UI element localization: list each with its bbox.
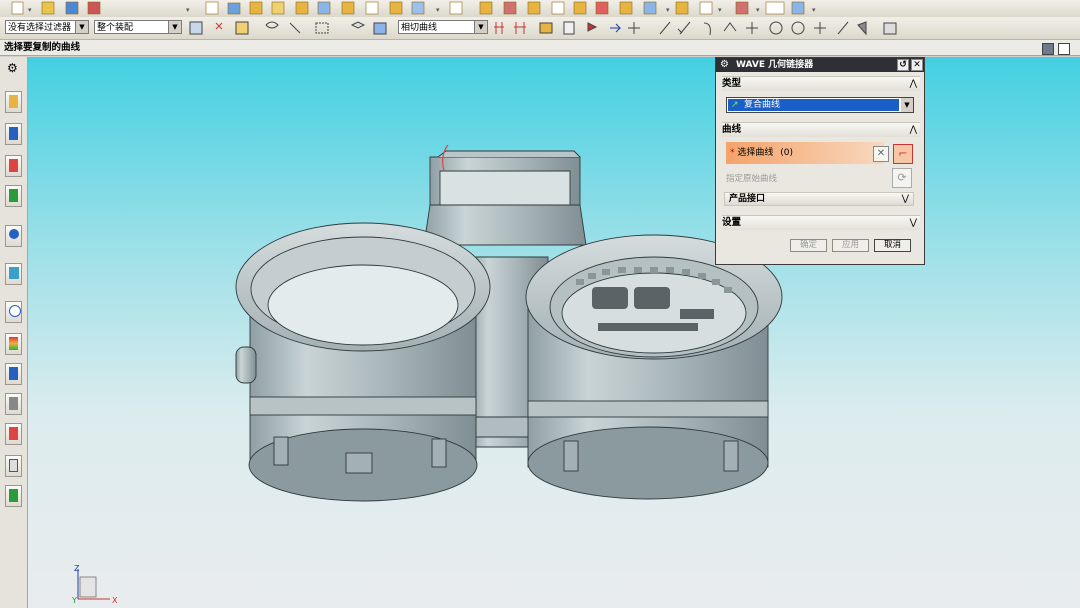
selection-toolbar: 没有选择过滤器 ▼ 整个装配 ▼ 相切曲线 ▼ [0, 17, 1080, 40]
chevron-down-icon[interactable]: ⋁ [910, 216, 917, 230]
triad-x-label: X [112, 596, 118, 605]
info-icon[interactable] [5, 225, 22, 247]
svg-text:▾: ▾ [436, 6, 440, 14]
type-selected-option: ↗ 复合曲线 [728, 99, 899, 111]
palette-tab[interactable] [5, 485, 22, 507]
triad-z-label: Z [74, 564, 80, 573]
ok-button[interactable]: 确定 [790, 239, 827, 252]
settings-section-header[interactable]: 设置 ⋁ [722, 215, 920, 230]
standard-toolbar-icons[interactable]: ▾ ▾ ▾ ▾ ▾ ▾ ▾ [0, 0, 1080, 17]
reset-icon[interactable]: ↺ [897, 59, 909, 71]
specify-origin-curve-label: 指定原始曲线 [726, 174, 778, 184]
chevron-down-icon[interactable]: ▼ [75, 21, 88, 33]
curve-selection-icon[interactable]: ⌐ [893, 144, 913, 164]
curve-section-label: 曲线 [722, 124, 742, 135]
wave-geometry-linker-dialog: ⚙ WAVE 几何链接器 ↺ ✕ 类型 ⋀ ↗ 复合曲线 ▼ 曲线 ⋀ * 选择… [715, 57, 925, 265]
type-value: 复合曲线 [744, 100, 781, 110]
required-asterisk-icon: * [730, 148, 735, 158]
select-curve-label: 选择曲线 [737, 148, 774, 158]
svg-text:▾: ▾ [666, 6, 670, 14]
settings-section-label: 设置 [722, 217, 742, 228]
dialog-title-bar: ⚙ WAVE 几何链接器 ↺ ✕ [716, 58, 924, 72]
constraint-navigator-tab[interactable] [5, 123, 22, 145]
svg-text:▾: ▾ [718, 6, 722, 14]
standard-toolbar: ▾ ▾ ▾ ▾ ▾ ▾ ▾ [0, 0, 1080, 18]
svg-text:▾: ▾ [812, 6, 816, 14]
svg-text:▾: ▾ [28, 6, 32, 14]
type-select[interactable]: ↗ 复合曲线 ▼ [726, 97, 914, 113]
resource-bar: ⚙ [0, 57, 28, 608]
curve-rule-value: 相切曲线 [401, 23, 438, 33]
history-clock-icon[interactable] [5, 301, 22, 323]
system-materials-tab[interactable] [5, 333, 22, 355]
chevron-down-icon[interactable]: ▼ [168, 21, 181, 33]
chevron-down-icon[interactable]: ⋁ [902, 193, 909, 205]
svg-text:▾: ▾ [186, 6, 190, 14]
dialog-gear-icon[interactable]: ⚙ [720, 58, 729, 72]
curve-section-header[interactable]: 曲线 ⋀ [722, 122, 920, 137]
select-curve-count: (0) [780, 148, 794, 158]
system-scenes-tab[interactable] [5, 455, 22, 477]
part-navigator-tab[interactable] [5, 155, 22, 177]
web-browser-tab[interactable] [5, 263, 22, 285]
chevron-down-icon[interactable]: ▼ [901, 98, 913, 112]
product-interface-subsection[interactable]: 产品接口 ⋁ [724, 192, 914, 206]
process-studio-tab[interactable] [5, 363, 22, 385]
curve-rule-select[interactable]: 相切曲线 ▼ [398, 20, 488, 34]
chevron-up-icon[interactable]: ⋀ [910, 77, 917, 91]
type-section-header[interactable]: 类型 ⋀ [722, 76, 920, 91]
product-interface-label: 产品接口 [729, 194, 766, 204]
apply-button[interactable]: 应用 [832, 239, 869, 252]
cancel-button[interactable]: 取消 [874, 239, 911, 252]
deselect-icon[interactable]: ✕ [873, 146, 889, 162]
gear-icon[interactable]: ⚙ [7, 61, 18, 75]
chevron-up-icon[interactable]: ⋀ [910, 123, 917, 137]
cue-line-text: 选择要复制的曲线 [4, 42, 81, 53]
select-curve-row[interactable]: * 选择曲线 (0) [726, 142, 884, 164]
chevron-down-icon[interactable]: ▼ [474, 21, 487, 33]
window-restore-icon[interactable] [1058, 43, 1070, 55]
selection-scope-value: 整个装配 [97, 23, 134, 33]
close-icon[interactable]: ✕ [911, 59, 923, 71]
roles-tab[interactable] [5, 423, 22, 445]
selection-filter-value: 没有选择过滤器 [8, 23, 72, 33]
cue-line: 选择要复制的曲线 [0, 40, 1080, 56]
assembly-navigator-tab[interactable] [5, 91, 22, 113]
manufacturing-wizard-tab[interactable] [5, 393, 22, 415]
reuse-library-tab[interactable] [5, 185, 22, 207]
window-layout-icon[interactable] [1042, 43, 1054, 55]
type-section-label: 类型 [722, 78, 742, 89]
selection-scope-select[interactable]: 整个装配 ▼ [94, 20, 182, 34]
triad-y-label: Y [71, 596, 77, 605]
svg-text:▾: ▾ [756, 6, 760, 14]
dialog-title: WAVE 几何链接器 [736, 60, 814, 70]
composite-curve-icon: ↗ [731, 100, 739, 110]
wcs-triad [77, 569, 110, 600]
origin-curve-icon[interactable]: ⟳ [892, 168, 912, 188]
selection-filter-select[interactable]: 没有选择过滤器 ▼ [5, 20, 89, 34]
